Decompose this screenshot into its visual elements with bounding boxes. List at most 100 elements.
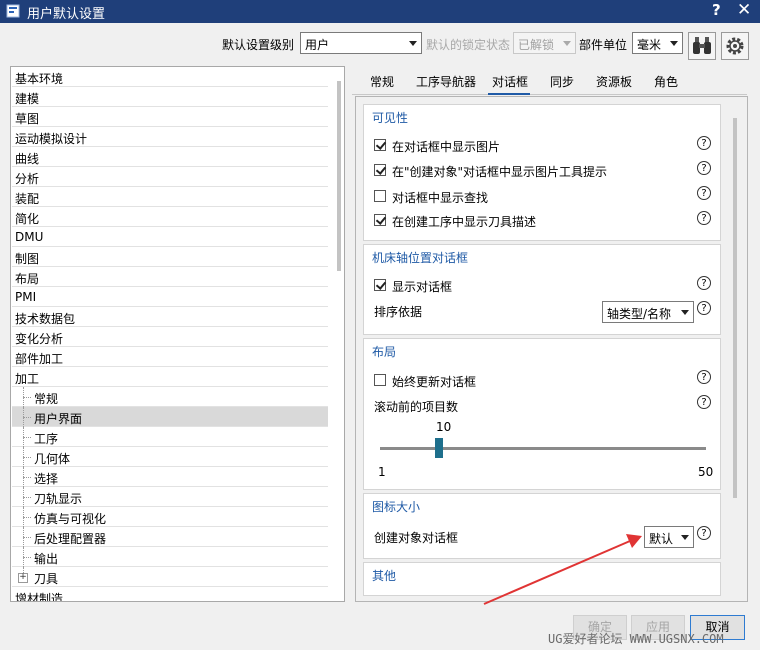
- tab-general[interactable]: 常规: [370, 73, 394, 90]
- close-button[interactable]: ✕: [737, 0, 751, 20]
- settings-button[interactable]: [721, 32, 749, 60]
- show-axis-dialog-label: 显示对话框: [392, 280, 453, 294]
- help-icon[interactable]: ?: [697, 161, 711, 175]
- help-icon[interactable]: ?: [697, 276, 711, 290]
- layout-section: 布局 始终更新对话框 滚动前的项目数 10 1 50 ? ?: [363, 338, 721, 490]
- binoculars-icon: [693, 37, 711, 54]
- nav-item-label: 增材制造: [15, 592, 64, 602]
- lock-select: 已解锁: [513, 32, 576, 54]
- nav-item-label: 运动模拟设计: [15, 132, 88, 146]
- nav-child-user-interface[interactable]: 用户界面: [12, 407, 328, 427]
- help-icon[interactable]: ?: [697, 186, 711, 200]
- chevron-down-icon: [409, 41, 417, 46]
- category-tree[interactable]: 基本环境 建模 草图 运动模拟设计 曲线 分析 装配 简化 DMU 制图 布局 …: [10, 66, 345, 602]
- nav-item-pmi[interactable]: PMI: [12, 287, 328, 307]
- nav-child-simulation[interactable]: 仿真与可视化: [12, 507, 328, 527]
- checkmark-icon: [375, 139, 387, 150]
- nav-item-variation[interactable]: 变化分析: [12, 327, 328, 347]
- nav-item-curve[interactable]: 曲线: [12, 147, 328, 167]
- nav-child-output[interactable]: 输出: [12, 547, 328, 567]
- items-slider-track[interactable]: [380, 447, 706, 450]
- items-slider-thumb[interactable]: [435, 438, 443, 458]
- nav-child-geometry[interactable]: 几何体: [12, 447, 328, 467]
- nav-item-additive[interactable]: 增材制造: [12, 587, 328, 602]
- show-axis-dialog-checkbox[interactable]: [374, 279, 387, 291]
- show-tool-description-checkbox[interactable]: [374, 214, 387, 226]
- nav-item-layout[interactable]: 布局: [12, 267, 328, 287]
- help-icon[interactable]: ?: [697, 395, 711, 409]
- help-icon[interactable]: ?: [697, 136, 711, 150]
- show-find-checkbox[interactable]: [374, 190, 386, 202]
- nav-item-analysis[interactable]: 分析: [12, 167, 328, 187]
- nav-item-dmu[interactable]: DMU: [12, 227, 328, 247]
- nav-child-general[interactable]: 常规: [12, 387, 328, 407]
- always-update-checkbox[interactable]: [374, 374, 386, 386]
- nav-item-label: 装配: [15, 192, 40, 206]
- nav-item-label: 常规: [34, 392, 59, 406]
- nav-item-label: 输出: [34, 552, 59, 566]
- chevron-down-icon: [670, 41, 678, 46]
- axis-dialog-section: 机床轴位置对话框 显示对话框 排序依据 轴类型/名称 ? ?: [363, 244, 721, 335]
- items-before-scroll-label: 滚动前的项目数: [374, 400, 459, 414]
- chevron-down-icon: [681, 535, 689, 540]
- expand-icon[interactable]: +: [18, 573, 28, 583]
- nav-child-operation[interactable]: 工序: [12, 427, 328, 447]
- icon-size-value: 默认: [649, 532, 674, 546]
- nav-item-label: 部件加工: [15, 352, 64, 366]
- title-bar: 用户默认设置 ? ✕: [0, 0, 760, 23]
- tab-roles[interactable]: 角色: [654, 73, 678, 90]
- unit-select[interactable]: 毫米: [632, 32, 683, 54]
- level-label: 默认设置级别: [222, 38, 295, 52]
- nav-item-label: 变化分析: [15, 332, 64, 346]
- nav-item-motion-design[interactable]: 运动模拟设计: [12, 127, 328, 147]
- level-select[interactable]: 用户: [300, 32, 422, 54]
- nav-item-label: 刀轨显示: [34, 492, 83, 506]
- sort-by-select[interactable]: 轴类型/名称: [602, 301, 694, 323]
- help-icon[interactable]: ?: [697, 301, 711, 315]
- show-image-tooltips-checkbox[interactable]: [374, 164, 387, 176]
- nav-item-manufacturing[interactable]: 加工: [12, 367, 328, 387]
- right-scrollbar[interactable]: [733, 118, 737, 498]
- visibility-section: 可见性 在对话框中显示图片 在"创建对象"对话框中显示图片工具提示 对话框中显示…: [363, 104, 721, 241]
- nav-item-label: 刀具: [34, 572, 59, 586]
- tab-dialog[interactable]: 对话框: [492, 73, 528, 90]
- find-button[interactable]: [688, 32, 716, 60]
- tab-operation-navigator[interactable]: 工序导航器: [416, 73, 476, 90]
- icon-size-select[interactable]: 默认: [644, 526, 694, 548]
- nav-child-postprocessor[interactable]: 后处理配置器: [12, 527, 328, 547]
- nav-child-toolpath-display[interactable]: 刀轨显示: [12, 487, 328, 507]
- tab-resource-bar[interactable]: 资源板: [596, 73, 632, 90]
- section-title: 机床轴位置对话框: [372, 251, 469, 265]
- section-title: 可见性: [372, 111, 409, 125]
- nav-item-label: DMU: [15, 230, 44, 244]
- watermark: UG爱好者论坛 WWW.UGSNX.COM: [548, 632, 724, 646]
- help-icon[interactable]: ?: [697, 211, 711, 225]
- nav-item-modeling[interactable]: 建模: [12, 87, 328, 107]
- show-tool-description-label: 在创建工序中显示刀具描述: [392, 215, 537, 229]
- nav-item-label: 仿真与可视化: [34, 512, 107, 526]
- slider-value: 10: [436, 420, 452, 434]
- left-scrollbar[interactable]: [337, 81, 341, 271]
- nav-item-sketch[interactable]: 草图: [12, 107, 328, 127]
- section-title: 布局: [372, 345, 397, 359]
- nav-item-basic-env[interactable]: 基本环境: [12, 67, 328, 87]
- nav-item-part-machining[interactable]: 部件加工: [12, 347, 328, 367]
- tab-sync[interactable]: 同步: [550, 73, 574, 90]
- help-icon[interactable]: ?: [697, 526, 711, 540]
- nav-child-selection[interactable]: 选择: [12, 467, 328, 487]
- help-icon[interactable]: ?: [697, 370, 711, 384]
- nav-item-label: 布局: [15, 272, 40, 286]
- nav-item-simplify[interactable]: 简化: [12, 207, 328, 227]
- slider-max-label: 50: [698, 465, 714, 479]
- nav-item-assembly[interactable]: 装配: [12, 187, 328, 207]
- show-images-checkbox[interactable]: [374, 139, 387, 151]
- nav-child-tool[interactable]: + 刀具: [12, 567, 328, 587]
- nav-item-tdp[interactable]: 技术数据包: [12, 307, 328, 327]
- always-update-label: 始终更新对话框: [392, 375, 477, 389]
- nav-item-label: 基本环境: [15, 72, 64, 86]
- nav-item-label: 技术数据包: [15, 312, 76, 326]
- help-button[interactable]: ?: [712, 1, 721, 19]
- nav-item-label: 几何体: [34, 452, 71, 466]
- nav-item-drafting[interactable]: 制图: [12, 247, 328, 267]
- nav-item-label: 选择: [34, 472, 59, 486]
